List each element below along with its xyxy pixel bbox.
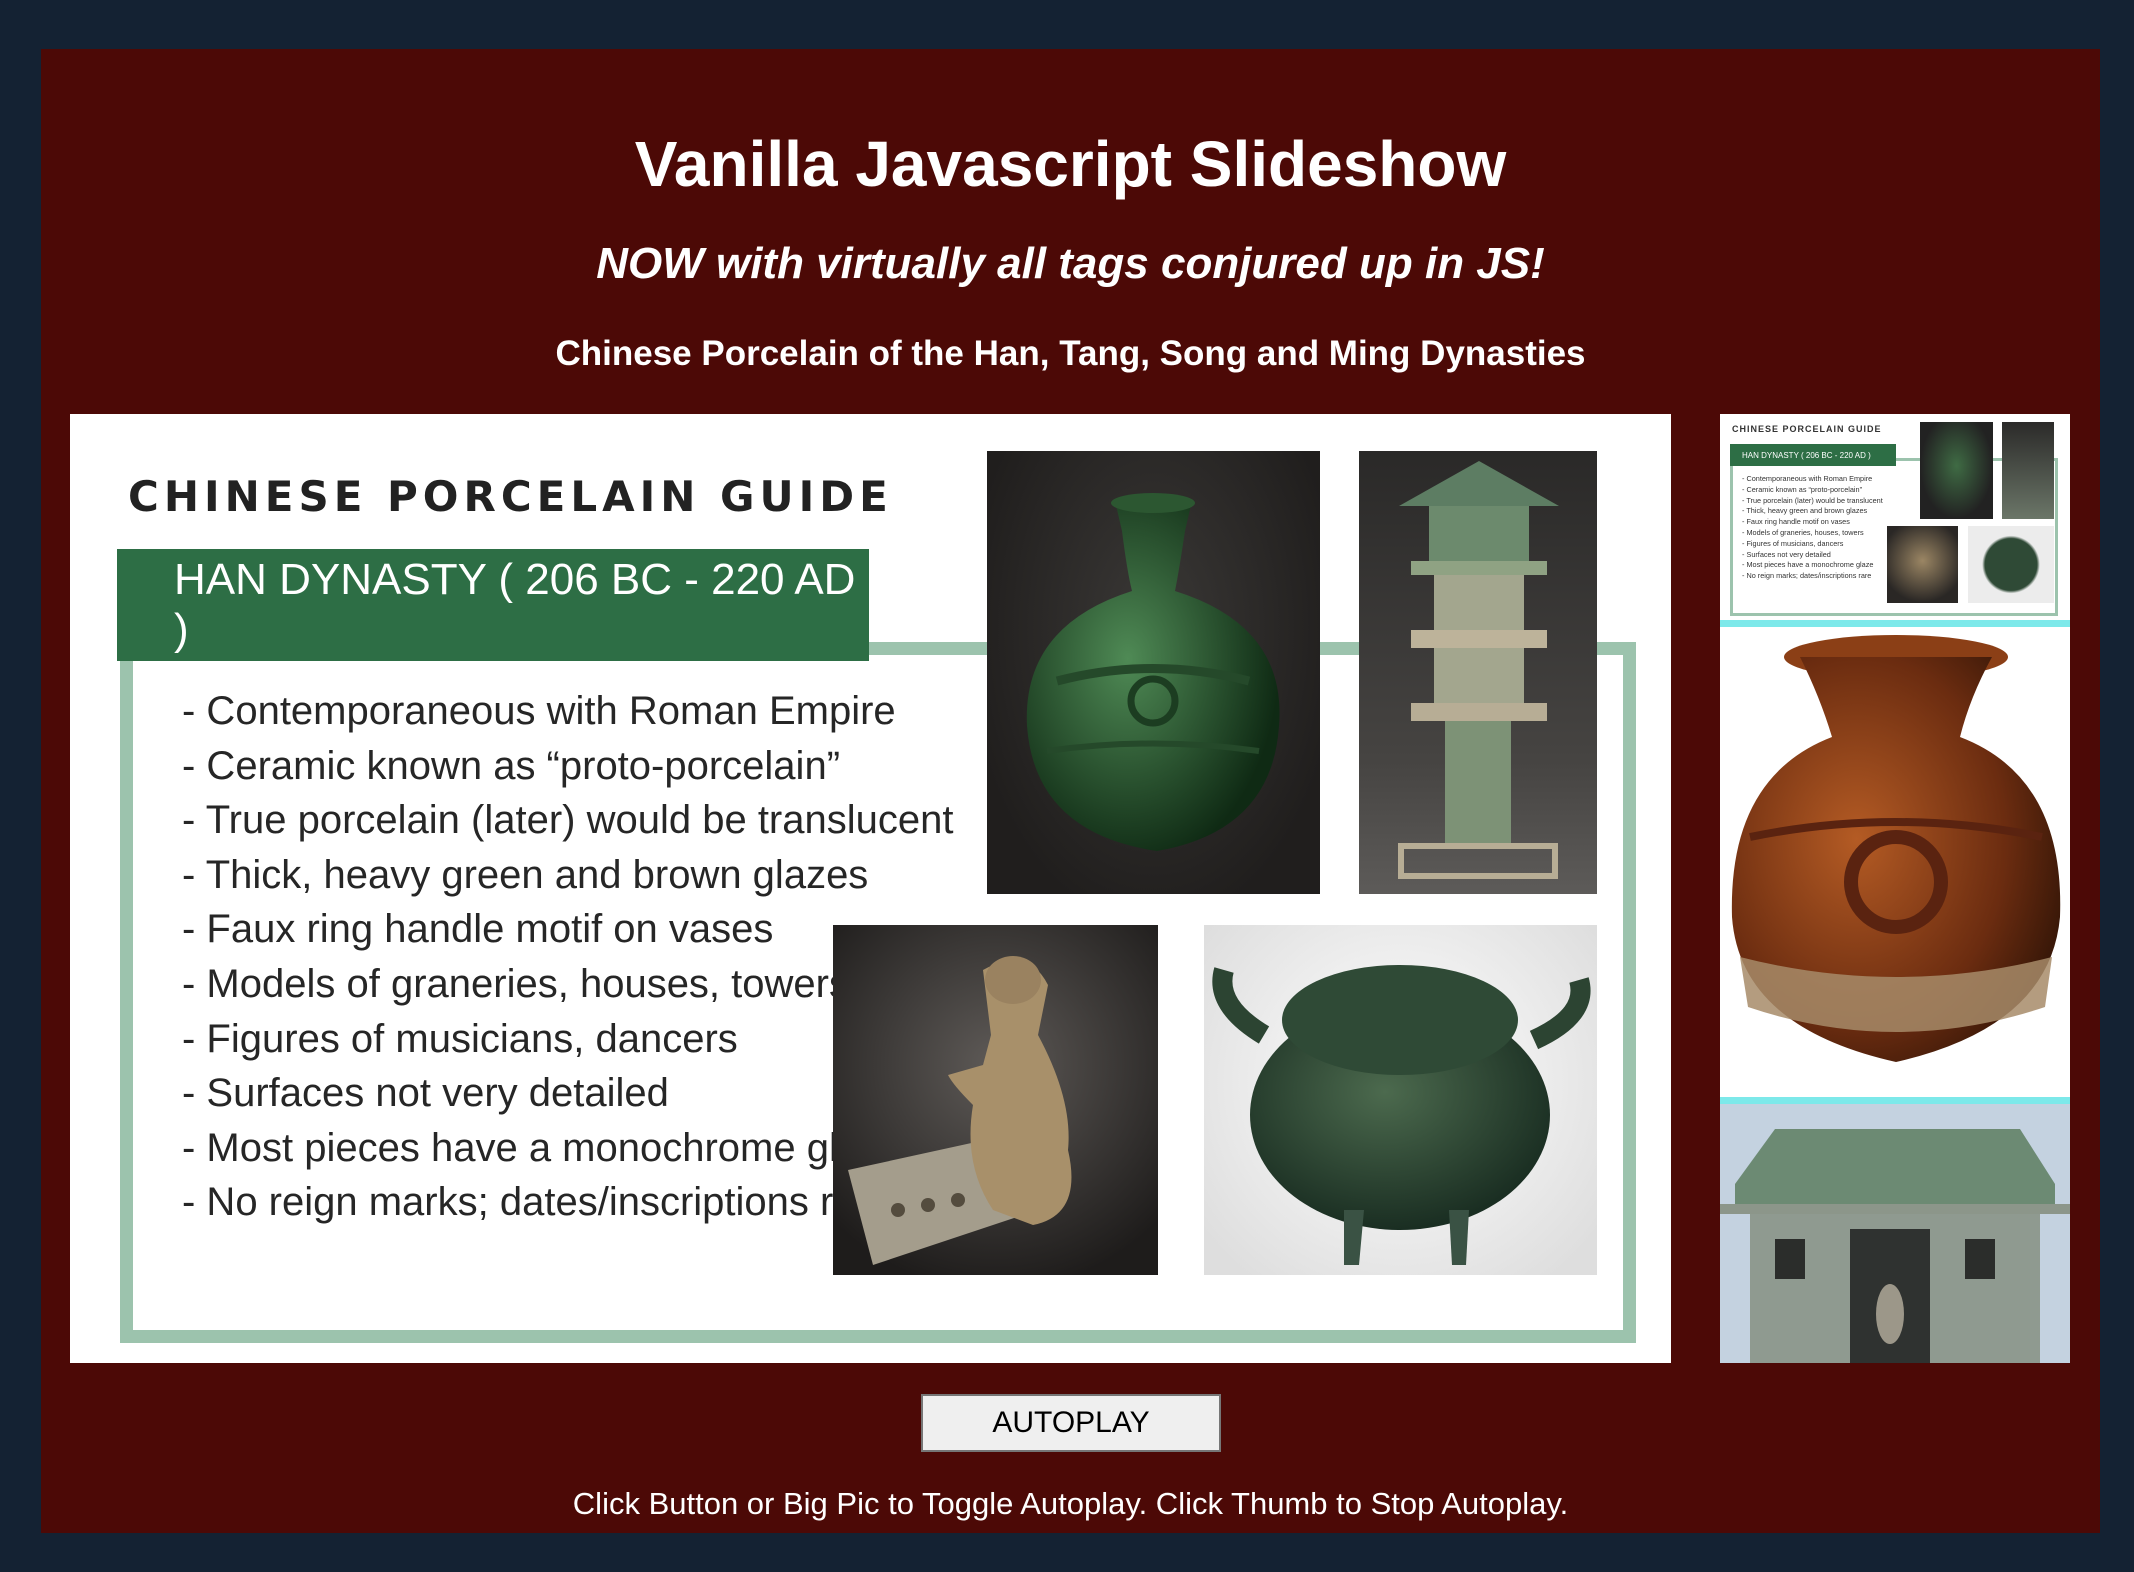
thumb-vase-photo [1920,422,1993,519]
thumb-slide-heading: CHINESE PORCELAIN GUIDE [1732,424,1882,434]
thumb-fact-item: - Faux ring handle motif on vases [1742,517,1850,527]
thumb-house-model[interactable] [1720,1104,2070,1363]
slideshow-topic: Chinese Porcelain of the Han, Tang, Song… [555,334,1586,373]
fact-item: - Thick, heavy green and brown glazes [182,852,869,897]
thumb-fact-item: - Most pieces have a monochrome glaze [1742,560,1874,570]
page-title: Vanilla Javascript Slideshow [634,128,1507,200]
dynasty-label: HAN DYNASTY ( 206 BC - 220 AD ) [174,555,856,654]
slide-heading: CHINESE PORCELAIN GUIDE [128,472,893,521]
tripod-pot-photo [1204,925,1597,1275]
thumb-han-guide[interactable]: CHINESE PORCELAIN GUIDE HAN DYNASTY ( 20… [1720,414,2070,627]
thumb-brown-vase[interactable] [1720,627,2070,1104]
thumb-fact-item: - Surfaces not very detailed [1742,549,1831,559]
thumb-dynasty-label: HAN DYNASTY ( 206 BC - 220 AD ) [1742,450,1871,460]
house-model-photo [1720,1129,2070,1363]
fact-item: - Contemporaneous with Roman Empire [182,689,896,733]
thumbnail-strip: CHINESE PORCELAIN GUIDE HAN DYNASTY ( 20… [1720,414,2070,1363]
green-vase-photo [987,451,1320,894]
thumb-fact-item: - Thick, heavy green and brown glazes [1742,506,1868,516]
brown-vase-photo [1731,635,2061,1062]
thumb-dynasty-banner: HAN DYNASTY ( 206 BC - 220 AD ) [1730,444,1896,466]
musician-figure-photo [833,925,1158,1275]
thumb-figure-photo [1887,526,1958,603]
thumb-fact-item: - Contemporaneous with Roman Empire [1742,474,1873,483]
autoplay-button[interactable]: AUTOPLAY [921,1394,1221,1452]
page-subtitle: NOW with virtually all tags conjured up … [596,239,1545,288]
big-pic[interactable]: CHINESE PORCELAIN GUIDE HAN DYNASTY ( 20… [70,414,1671,1363]
fact-item: - Ceramic known as “proto-porcelain” [182,743,841,788]
thumb-tower-photo [2002,422,2054,519]
tower-model-photo [1359,451,1597,894]
thumb-fact-item: - No reign marks; dates/inscriptions rar… [1742,571,1872,581]
thumb-fact-item: - Figures of musicians, dancers [1742,538,1844,548]
dynasty-banner: HAN DYNASTY ( 206 BC - 220 AD ) [117,549,869,661]
thumb-fact-item: - Ceramic known as “proto-porcelain” [1742,484,1863,494]
thumb-fact-item: - True porcelain (later) would be transl… [1742,495,1883,505]
slideshow-container: Vanilla Javascript Slideshow NOW with vi… [41,49,2100,1533]
instructions-text: Click Button or Big Pic to Toggle Autopl… [572,1486,1569,1521]
thumb-fact-item: - Models of graneries, houses, towers [1742,527,1864,537]
fact-item: - True porcelain (later) would be transl… [182,798,954,843]
thumb-fact-list: - Contemporaneous with Roman Empire - Ce… [1742,474,1883,582]
thumb-pot-photo [1968,526,2054,603]
